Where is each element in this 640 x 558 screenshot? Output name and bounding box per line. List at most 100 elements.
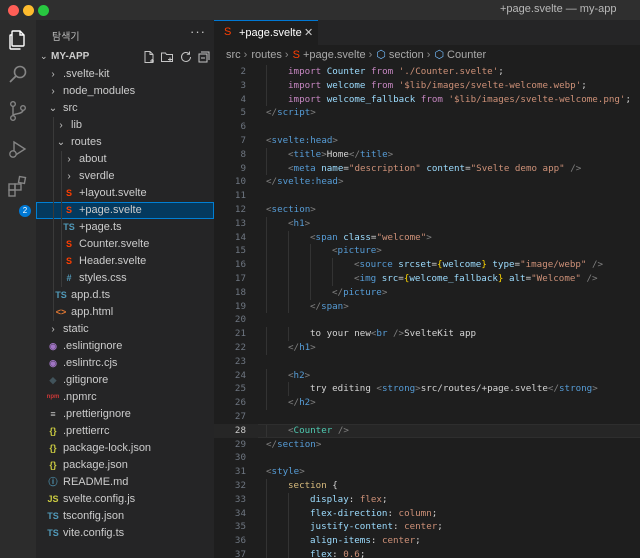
tree-item[interactable]: ⓘ README.md [36,474,214,491]
code-line[interactable]: 6 [214,120,640,134]
tab-page-svelte[interactable]: S +page.svelte ✕ [214,20,318,46]
tree-item[interactable]: TS vite.config.ts [36,525,214,542]
code-line[interactable]: 23 [214,355,640,369]
code-line[interactable]: 3 import welcome from '$lib/images/svelte… [214,78,640,93]
tree-item-label: sverdle [79,170,115,182]
breadcrumb-item[interactable]: +page.svelte [303,49,366,61]
code-line[interactable]: 11 [214,189,640,203]
breadcrumb-item[interactable]: routes [251,49,282,61]
code-line[interactable]: 9 <meta name="description" content="Svelt… [214,161,640,176]
tree-item[interactable]: ⌄ routes [36,134,214,151]
tree-item[interactable]: {} package.json [36,457,214,474]
collapse-all-icon[interactable] [197,50,211,64]
close-window-button[interactable] [8,5,19,16]
close-tab-icon[interactable]: ✕ [304,26,313,39]
code-line[interactable]: 17 <img src={welcome_fallback} alt="Welco… [214,271,640,286]
tree-item-label: app.d.ts [71,289,111,301]
line-number: 5 [240,107,246,119]
tree-item[interactable]: <> app.html [36,304,214,321]
tree-item[interactable]: › .svelte-kit [36,66,214,83]
code-line[interactable]: 22 </h1> [214,340,640,355]
tree-item[interactable]: › static [36,321,214,338]
new-folder-icon[interactable] [160,50,174,64]
code-line[interactable]: 2 import Counter from './Counter.svelte'; [214,65,640,79]
code-line[interactable]: 33 display: flex; [214,492,640,507]
tree-item[interactable]: › node_modules [36,83,214,100]
code-line[interactable]: 31 <style> [214,465,640,479]
tree-item[interactable]: TS +page.ts [36,219,214,236]
search-icon[interactable] [6,63,30,87]
code-line[interactable]: 30 [214,451,640,465]
line-number: 18 [234,286,246,298]
code-token: section [288,479,333,491]
tree-item[interactable]: {} .prettierrc [36,423,214,440]
code-line[interactable]: 4 import welcome_fallback from '$lib/imag… [214,92,640,107]
code-line[interactable]: 8 <title>Home</title> [214,147,640,162]
new-file-icon[interactable] [142,50,156,64]
code-line[interactable]: 16 <source srcset={welcome} type="image/w… [214,258,640,272]
code-line[interactable]: 36 align-items: center; [214,534,640,548]
breadcrumb-item[interactable]: src [226,49,241,61]
run-debug-icon[interactable] [6,137,30,161]
code-line[interactable]: 19 </span> [214,299,640,314]
tree-item[interactable]: ◉ .eslintignore [36,338,214,355]
code-line[interactable]: 34 flex-direction: column; [214,506,640,521]
tree-item[interactable]: ◉ .eslintrc.cjs [36,355,214,372]
tree-item[interactable]: JS svelte.config.js [36,491,214,508]
tree-item[interactable]: S +page.svelte [36,202,214,219]
tree-item[interactable]: ≡ .prettierignore [36,406,214,423]
tree-item[interactable]: ⌄ src [36,100,214,117]
code-line[interactable]: 12 <section> [214,203,640,217]
tree-item[interactable]: › sverdle [36,168,214,185]
tree-item-label: routes [71,136,102,148]
breadcrumb-item[interactable]: section [389,49,424,61]
code-text: <style> [266,465,305,479]
extensions-icon[interactable] [6,175,30,199]
code-line[interactable]: 20 [214,313,640,327]
code-token: content [426,162,466,174]
zoom-window-button[interactable] [38,5,49,16]
code-line[interactable]: 5 </script> [214,106,640,120]
tree-item[interactable]: › about [36,151,214,168]
code-token: picture [343,286,382,298]
code-token: src [381,272,399,284]
code-line[interactable]: 13 <h1> [214,216,640,231]
tree-item[interactable]: TS tsconfig.json [36,508,214,525]
code-line[interactable]: 15 <picture> [214,244,640,259]
code-line[interactable]: 29 </section> [214,438,640,452]
source-control-icon[interactable] [6,99,30,123]
code-line[interactable]: 10 </svelte:head> [214,175,640,189]
info-file-icon: ⓘ [48,477,58,487]
tree-item[interactable]: S Header.svelte [36,253,214,270]
tree-item[interactable]: {} package-lock.json [36,440,214,457]
tree-item[interactable]: npm .npmrc [36,389,214,406]
code-line[interactable]: 25 try editing <strong>src/routes/+page.s… [214,382,640,397]
code-line[interactable]: 18 </picture> [214,285,640,300]
code-line[interactable]: 32 section { [214,478,640,493]
indent-guide [288,271,289,286]
refresh-icon[interactable] [179,50,193,64]
code-line[interactable]: 24 <h2> [214,368,640,383]
breadcrumb-item[interactable]: Counter [447,49,486,61]
prettier-file-icon: ≡ [50,409,56,419]
code-line[interactable]: 14 <span class="welcome"> [214,230,640,245]
minimize-window-button[interactable] [23,5,34,16]
code-line[interactable]: 35 justify-content: center; [214,520,640,535]
code-editor[interactable]: 2 import Counter from './Counter.svelte';… [214,65,640,558]
tree-item[interactable]: ◆ .gitignore [36,372,214,389]
more-actions-icon[interactable]: ··· [190,24,206,39]
tree-item[interactable]: › lib [36,117,214,134]
symbol-icon: ⬡ [376,49,386,61]
tree-item[interactable]: TS app.d.ts [36,287,214,304]
tree-item[interactable]: S Counter.svelte [36,236,214,253]
code-line[interactable]: 37 flex: 0.6; [214,547,640,558]
explorer-icon[interactable] [6,28,30,52]
code-line[interactable]: 7 <svelte:head> [214,134,640,148]
code-line[interactable]: 21 to your new<br />SvelteKit app [214,327,640,341]
code-line[interactable]: 28 <Counter /> [214,423,640,438]
tree-item[interactable]: # styles.css [36,270,214,287]
project-section-header[interactable]: ⌄ MY-APP [36,48,214,66]
code-line[interactable]: 26 </h2> [214,396,640,410]
code-line[interactable]: 27 [214,410,640,424]
tree-item[interactable]: S +layout.svelte [36,185,214,202]
